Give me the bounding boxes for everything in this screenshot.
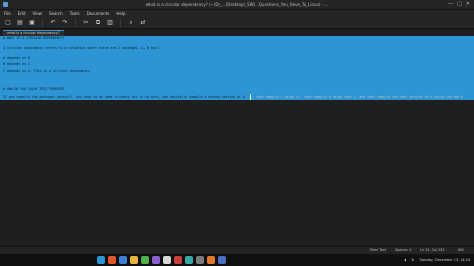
menu-file[interactable]: File [4,10,11,17]
editor-line: # HOW DO YOU SOLVE THIS PROBLEM? [3,87,65,91]
replace-icon[interactable]: ⇄ [139,19,147,27]
editor-line: # WHAT IS A CIRCULAR DEPENDENCY? [3,36,65,40]
undo-icon[interactable]: ↶ [49,19,57,27]
menu-tools[interactable]: Tools [70,10,80,17]
cut-icon[interactable]: ✂ [82,19,90,27]
dock-app-icon[interactable] [185,256,193,264]
save-icon[interactable]: ▣ [28,19,36,27]
dock-app-icon[interactable] [152,256,160,264]
dock [97,256,226,264]
status-bar: Plain Text Spaces: 4 Ln 13, Col 245 INS [0,246,474,254]
menu-view[interactable]: View [32,10,42,17]
editor-line-selected: If you compile the packages yourself, yo… [3,95,245,99]
dock-app-icon[interactable] [174,256,182,264]
open-file-icon[interactable]: ▤ [16,19,24,27]
editor-line: C depends on A. This is a circular depen… [3,69,92,73]
dock-app-icon[interactable] [141,256,149,264]
editor-area[interactable]: # WHAT IS A CIRCULAR DEPENDENCY? A circu… [0,36,474,246]
menu-edit[interactable]: Edit [18,10,26,17]
editor-line: , then compile C using it, then compile … [252,95,464,99]
editor-line: A circular dependency refers to a situat… [3,46,161,50]
redo-icon[interactable]: ↷ [61,19,69,27]
editor-line: A depends on B [3,56,30,60]
window-titlebar: what is a circular dependency? (~/Dr_...… [0,0,474,10]
new-file-icon[interactable]: ▢ [4,19,12,27]
dock-app-icon[interactable] [207,256,215,264]
dock-app-icon[interactable] [108,256,116,264]
toolbar-separator [42,18,43,27]
dock-app-icon[interactable] [130,256,138,264]
dock-app-icon[interactable] [119,256,127,264]
menu-search[interactable]: Search [49,10,63,17]
volume-icon[interactable]: ◖ [405,257,407,263]
dock-app-icon[interactable] [196,256,204,264]
paste-icon[interactable]: ▥ [106,19,114,27]
system-tray: ◖ ⇅ Tuesday, December 13, 14:24 [405,257,471,263]
close-button[interactable]: ✕ [466,1,470,8]
menu-help[interactable]: Help [116,10,125,17]
minimize-button[interactable]: — [448,1,453,8]
tab-width[interactable]: Spaces: 4 [395,248,411,253]
copy-icon[interactable]: ⧉ [94,19,102,27]
insert-mode: INS [458,248,464,252]
toolbar-separator [120,18,121,27]
window-title: what is a circular dependency? (~/Dr_...… [145,2,329,7]
menu-documents[interactable]: Documents [87,10,110,17]
clock[interactable]: Tuesday, December 13, 14:24 [419,257,470,263]
taskbar: ◖ ⇅ Tuesday, December 13, 14:24 [0,254,474,266]
dock-app-icon[interactable] [97,256,105,264]
cursor-position: Ln 13, Col 245 [420,248,445,252]
network-icon[interactable]: ⇅ [411,257,414,263]
menu-bar: File Edit View Search Tools Documents He… [0,10,474,17]
dock-app-icon[interactable] [218,256,226,264]
window-controls: — □ ✕ [448,1,470,8]
text-cursor [250,94,251,100]
syntax-mode[interactable]: Plain Text [370,248,386,253]
search-icon[interactable]: ⌕ [127,19,135,27]
maximize-button[interactable]: □ [457,1,462,8]
toolbar-separator [75,18,76,27]
dock-app-icon[interactable] [163,256,171,264]
toolbar: ▢ ▤ ▣ ↶ ↷ ✂ ⧉ ▥ ⌕ ⇄ [0,17,474,29]
editor-line: B depends on C [3,62,30,66]
